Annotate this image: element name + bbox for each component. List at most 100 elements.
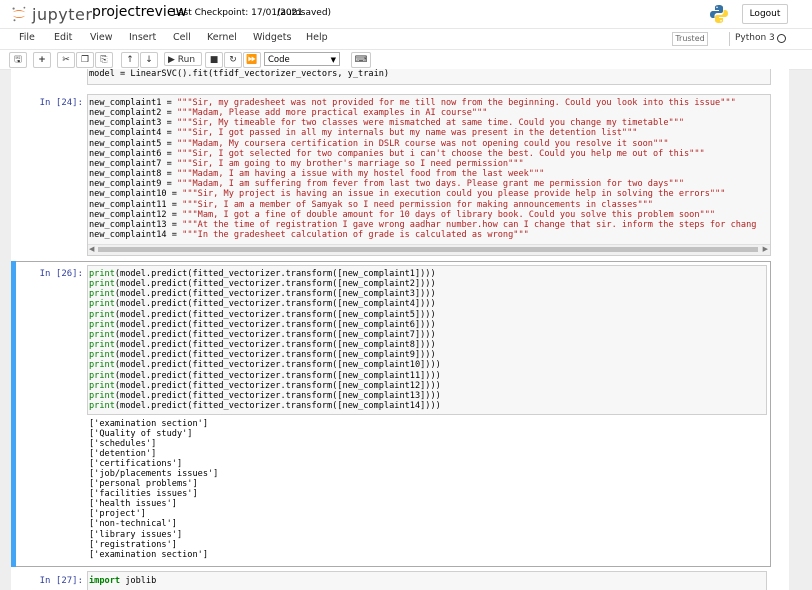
toolbar: 🖫 + ✂ ❐ ⎘ ↑ ↓ ▶ Run ■ ↻ ⏩ Code ▼ ⌨ bbox=[0, 50, 812, 70]
menu-cell[interactable]: Cell bbox=[173, 32, 191, 43]
call-expression: (model.predict(fitted_vectorizer.transfo… bbox=[114, 380, 441, 391]
string-literal: """Sir, I got selected for two companies… bbox=[176, 148, 705, 159]
code-line: new_complaint11 = """Sir, I am a member … bbox=[89, 200, 756, 210]
code-line: print(model.predict(fitted_vectorizer.tr… bbox=[89, 360, 441, 370]
assign-operator: = bbox=[161, 128, 177, 139]
output-line: ['certifications'] bbox=[89, 459, 183, 470]
string-literal: """Sir, I am going to my brother's marri… bbox=[176, 158, 524, 169]
code-line: print(model.predict(fitted_vectorizer.tr… bbox=[89, 371, 441, 381]
call-expression: (model.predict(fitted_vectorizer.transfo… bbox=[114, 279, 436, 290]
code-line: new_complaint9 = """Madam, I am sufferin… bbox=[89, 179, 756, 189]
print-builtin: print bbox=[89, 329, 115, 340]
restart-run-all-button[interactable]: ⏩ bbox=[243, 52, 261, 68]
variable-name: new_complaint6 bbox=[89, 148, 162, 159]
notebook-container: model = LinearSVC().fit(tfidf_vectorizer… bbox=[11, 69, 789, 590]
restart-button[interactable]: ↻ bbox=[224, 52, 242, 68]
cell24-code[interactable]: new_complaint1 = """Sir, my gradesheet w… bbox=[87, 94, 771, 256]
call-expression: (model.predict(fitted_vectorizer.transfo… bbox=[114, 401, 441, 412]
variable-name: new_complaint7 bbox=[89, 158, 162, 169]
variable-name: new_complaint2 bbox=[89, 108, 162, 119]
interrupt-button[interactable]: ■ bbox=[205, 52, 223, 68]
move-up-button[interactable]: ↑ bbox=[121, 52, 139, 68]
command-palette-button[interactable]: ⌨ bbox=[351, 52, 371, 68]
menu-file[interactable]: File bbox=[19, 32, 35, 43]
print-builtin: print bbox=[89, 299, 115, 310]
code-line: print(model.predict(fitted_vectorizer.tr… bbox=[89, 330, 441, 340]
call-expression: (model.predict(fitted_vectorizer.transfo… bbox=[114, 340, 436, 351]
variable-name: new_complaint5 bbox=[89, 138, 162, 149]
code-line: new_complaint10 = """Sir, My project is … bbox=[89, 189, 756, 199]
output-line: ['facilities issues'] bbox=[89, 489, 198, 500]
menu-edit[interactable]: Edit bbox=[54, 32, 72, 43]
output-line: ['detention'] bbox=[89, 449, 157, 460]
string-literal: """Madam, I am having a issue with my ho… bbox=[176, 169, 545, 180]
call-expression: (model.predict(fitted_vectorizer.transfo… bbox=[114, 319, 436, 330]
print-builtin: print bbox=[89, 319, 115, 330]
code-line: new_complaint4 = """Sir, I got passed in… bbox=[89, 128, 756, 138]
horizontal-scrollbar[interactable]: ◀ ▶ bbox=[88, 244, 770, 255]
assign-operator: = bbox=[161, 98, 177, 108]
scroll-right-icon[interactable]: ▶ bbox=[763, 245, 768, 253]
output-line: ['examination section'] bbox=[89, 419, 208, 429]
plus-icon: + bbox=[38, 55, 46, 65]
assign-operator: = bbox=[161, 118, 177, 129]
code-line: print(model.predict(fitted_vectorizer.tr… bbox=[89, 320, 441, 330]
code-line: new_complaint2 = """Madam, Please add mo… bbox=[89, 108, 756, 118]
cut-button[interactable]: ✂ bbox=[57, 52, 75, 68]
scrollbar-thumb[interactable] bbox=[98, 247, 758, 252]
menu-insert[interactable]: Insert bbox=[129, 32, 156, 43]
print-builtin: print bbox=[89, 340, 115, 351]
code-line: print(model.predict(fitted_vectorizer.tr… bbox=[89, 340, 441, 350]
code-line: print(model.predict(fitted_vectorizer.tr… bbox=[89, 269, 441, 279]
prev-cell-code[interactable]: model = LinearSVC().fit(tfidf_vectorizer… bbox=[87, 69, 771, 85]
output-line: ['library issues'] bbox=[89, 529, 183, 540]
menu-kernel[interactable]: Kernel bbox=[207, 32, 237, 43]
menu-view[interactable]: View bbox=[90, 32, 113, 43]
print-builtin: print bbox=[89, 360, 115, 371]
variable-name: new_complaint13 bbox=[89, 219, 167, 230]
call-expression: (model.predict(fitted_vectorizer.transfo… bbox=[114, 390, 441, 401]
trusted-indicator[interactable]: Trusted bbox=[672, 32, 708, 46]
code-line: print(model.predict(fitted_vectorizer.tr… bbox=[89, 279, 441, 289]
keyboard-icon: ⌨ bbox=[354, 55, 368, 65]
code-line: print(model.predict(fitted_vectorizer.tr… bbox=[89, 381, 441, 391]
output-line: ['health issues'] bbox=[89, 499, 177, 510]
code-line: new_complaint7 = """Sir, I am going to m… bbox=[89, 159, 756, 169]
cell24-prompt: In [24]: bbox=[39, 98, 83, 108]
output-line: ['examination section'] bbox=[89, 549, 208, 560]
assign-operator: = bbox=[166, 219, 183, 230]
restart-icon: ↻ bbox=[229, 55, 237, 65]
code-line: new_complaint14 = """In the gradesheet c… bbox=[89, 230, 756, 240]
cell26-code[interactable]: print(model.predict(fitted_vectorizer.tr… bbox=[87, 265, 767, 415]
code-line: print(model.predict(fitted_vectorizer.tr… bbox=[89, 299, 441, 309]
scroll-left-icon[interactable]: ◀ bbox=[89, 245, 94, 253]
kernel-idle-icon bbox=[777, 34, 786, 43]
move-down-button[interactable]: ↓ bbox=[140, 52, 158, 68]
menu-widgets[interactable]: Widgets bbox=[253, 32, 291, 43]
assign-operator: = bbox=[166, 199, 183, 210]
python-logo-icon bbox=[710, 5, 728, 23]
cell-type-select[interactable]: Code ▼ bbox=[264, 52, 340, 66]
save-button[interactable]: 🖫 bbox=[9, 52, 27, 68]
string-literal: """Mam, I got a fine of double amount fo… bbox=[182, 209, 716, 220]
print-builtin: print bbox=[89, 269, 115, 279]
code-line: new_complaint5 = """Madam, My coursera c… bbox=[89, 139, 756, 149]
logout-button[interactable]: Logout bbox=[742, 4, 788, 24]
paste-button[interactable]: ⎘ bbox=[95, 52, 113, 68]
string-literal: """Madam, My coursera certification in D… bbox=[176, 138, 669, 149]
arrow-up-icon: ↑ bbox=[126, 55, 134, 65]
call-expression: (model.predict(fitted_vectorizer.transfo… bbox=[114, 370, 441, 381]
insert-cell-button[interactable]: + bbox=[33, 52, 51, 68]
assign-operator: = bbox=[161, 138, 177, 149]
assign-operator: = bbox=[166, 230, 183, 241]
assign-operator: = bbox=[161, 148, 177, 159]
cell27-code[interactable]: import joblib bbox=[87, 571, 767, 590]
run-button[interactable]: ▶ Run bbox=[164, 52, 202, 66]
copy-button[interactable]: ❐ bbox=[76, 52, 94, 68]
call-expression: (model.predict(fitted_vectorizer.transfo… bbox=[114, 360, 441, 371]
kernel-separator bbox=[729, 32, 730, 46]
jupyter-orbit-icon bbox=[12, 6, 26, 22]
menu-help[interactable]: Help bbox=[306, 32, 328, 43]
code-line: new_complaint13 = """At the time of regi… bbox=[89, 220, 756, 230]
jupyter-logo[interactable]: jupyter bbox=[10, 3, 92, 25]
